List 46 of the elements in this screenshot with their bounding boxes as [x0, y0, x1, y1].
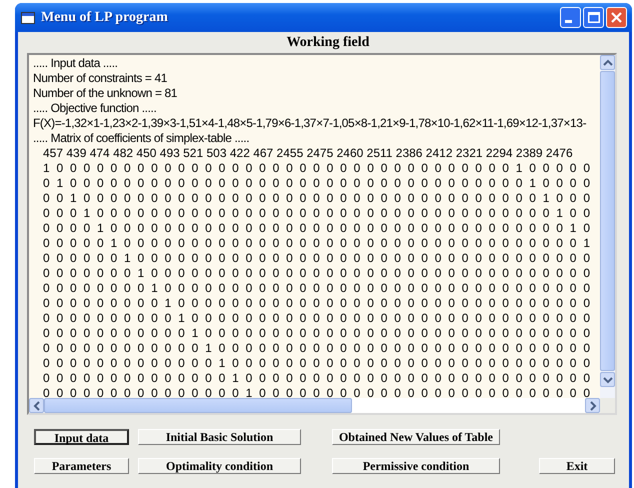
output-line: Number of constraints = 41 — [33, 71, 168, 86]
matrix-row-text: 0 0 0 1 0 0 0 0 0 0 0 0 0 0 0 0 0 0 0 0 0 0 0 0 0 0 0 0 0 0 0 0 0 0 0 0 0 0 1 0 0 — [42, 206, 593, 221]
matrix-row-text: 0 0 0 0 1 0 0 0 0 0 0 0 0 0 0 0 0 0 0 0 0 0 0 0 0 0 0 0 0 0 0 0 0 0 0 0 0 0 0 1 0 — [42, 221, 593, 236]
maximize-button[interactable] — [583, 7, 604, 28]
matrix-row-text: 0 0 0 0 0 1 0 0 0 0 0 0 0 0 0 0 0 0 0 0 0 0 0 0 0 0 0 0 0 0 0 0 0 0 0 0 0 0 0 0 1 — [42, 236, 593, 251]
maximize-icon — [588, 12, 600, 23]
close-button[interactable] — [606, 7, 627, 28]
matrix-row-text: 1 0 0 0 0 0 0 0 0 0 0 0 0 0 0 0 0 0 0 0 0 0 0 0 0 0 0 0 0 0 0 0 0 0 0 1 0 0 0 0 0 — [42, 161, 593, 176]
horizontal-scrollbar[interactable] — [29, 398, 615, 413]
scroll-thumb[interactable] — [44, 398, 352, 413]
matrix-row-text: 0 0 0 0 0 0 0 0 0 0 0 0 0 0 1 0 0 0 0 0 0 0 0 0 0 0 0 0 0 0 0 0 0 0 0 0 0 0 0 0 0 — [42, 371, 593, 386]
minimize-icon — [565, 20, 572, 23]
command-button[interactable]: Exit — [539, 458, 615, 474]
command-button[interactable]: Initial Basic Solution — [138, 429, 301, 445]
matrix-row-text: 0 0 0 0 0 0 0 0 0 0 0 1 0 0 0 0 0 0 0 0 0 0 0 0 0 0 0 0 0 0 0 0 0 0 0 0 0 0 0 0 0 — [42, 326, 593, 341]
command-button[interactable]: Input data — [34, 429, 129, 445]
output-line: ..... Objective function ..... — [33, 101, 158, 116]
panel-heading: Working field — [286, 34, 370, 52]
window-icon — [21, 12, 35, 24]
matrix-row-text: 0 0 0 0 0 0 0 0 0 0 0 0 1 0 0 0 0 0 0 0 0 0 0 0 0 0 0 0 0 0 0 0 0 0 0 0 0 0 0 0 0 — [42, 341, 593, 356]
window-title: Menu of LP program — [41, 10, 169, 26]
scroll-down-icon[interactable] — [600, 372, 615, 387]
matrix-row-text: 0 0 0 0 0 0 0 0 0 1 0 0 0 0 0 0 0 0 0 0 0 0 0 0 0 0 0 0 0 0 0 0 0 0 0 0 0 0 0 0 0 — [42, 296, 593, 311]
matrix-row-text: 0 0 0 0 0 0 0 0 1 0 0 0 0 0 0 0 0 0 0 0 0 0 0 0 0 0 0 0 0 0 0 0 0 0 0 0 0 0 0 0 0 — [42, 281, 593, 296]
matrix-row-text: 0 1 0 0 0 0 0 0 0 0 0 0 0 0 0 0 0 0 0 0 0 0 0 0 0 0 0 0 0 0 0 0 0 0 0 0 1 0 0 0 0 — [42, 176, 593, 191]
scroll-up-icon[interactable] — [600, 55, 615, 70]
output-line: F(X)=-1,32×1-1,23×2-1,39×3-1,51×4-1,48×5-1,79×6-1,37×7-1,05×8-1,21×9-1,78×10-1,62×11-1,69×12-1,37×13- — [33, 116, 588, 131]
scroll-right-icon[interactable] — [585, 398, 600, 413]
matrix-row-text: 0 0 0 0 0 0 0 1 0 0 0 0 0 0 0 0 0 0 0 0 0 0 0 0 0 0 0 0 0 0 0 0 0 0 0 0 0 0 0 0 0 — [42, 266, 593, 281]
matrix-row-text: 0 0 1 0 0 0 0 0 0 0 0 0 0 0 0 0 0 0 0 0 0 0 0 0 0 0 0 0 0 0 0 0 0 0 0 0 0 1 0 0 0 — [42, 191, 593, 206]
output-line: ..... Input data ..... — [33, 56, 119, 71]
output-line: ..... Matrix of coefficients of simplex-table ..... — [33, 131, 250, 146]
scroll-left-icon[interactable] — [29, 398, 44, 413]
close-icon — [611, 12, 622, 23]
minimize-button[interactable] — [560, 7, 581, 28]
command-button[interactable]: Permissive condition — [332, 458, 500, 474]
command-button[interactable]: Optimality condition — [138, 458, 301, 474]
scrollbar-corner — [600, 398, 615, 413]
matrix-row-text: 0 0 0 0 0 0 0 0 0 0 0 0 0 0 0 1 0 0 0 0 0 0 0 0 0 0 0 0 0 0 0 0 0 0 0 0 0 0 0 0 0 — [42, 386, 593, 398]
matrix-row-text: 0 0 0 0 0 0 0 0 0 0 0 0 0 1 0 0 0 0 0 0 0 0 0 0 0 0 0 0 0 0 0 0 0 0 0 0 0 0 0 0 0 — [42, 356, 593, 371]
matrix-row-text: 0 0 0 0 0 0 1 0 0 0 0 0 0 0 0 0 0 0 0 0 0 0 0 0 0 0 0 0 0 0 0 0 0 0 0 0 0 0 0 0 0 — [42, 251, 593, 266]
matrix-row-text: 0 0 0 0 0 0 0 0 0 0 1 0 0 0 0 0 0 0 0 0 0 0 0 0 0 0 0 0 0 0 0 0 0 0 0 0 0 0 0 0 0 — [42, 311, 593, 326]
command-button[interactable]: Obtained New Values of Table — [332, 429, 500, 445]
matrix-header: 457 439 474 482 450 493 521 503 422 467 2455 2475 2460 2511 2386 2412 2321 2294 2389 2476 — [42, 146, 574, 161]
output-line: Number of the unknown = 81 — [33, 86, 178, 101]
command-button[interactable]: Parameters — [34, 458, 129, 474]
